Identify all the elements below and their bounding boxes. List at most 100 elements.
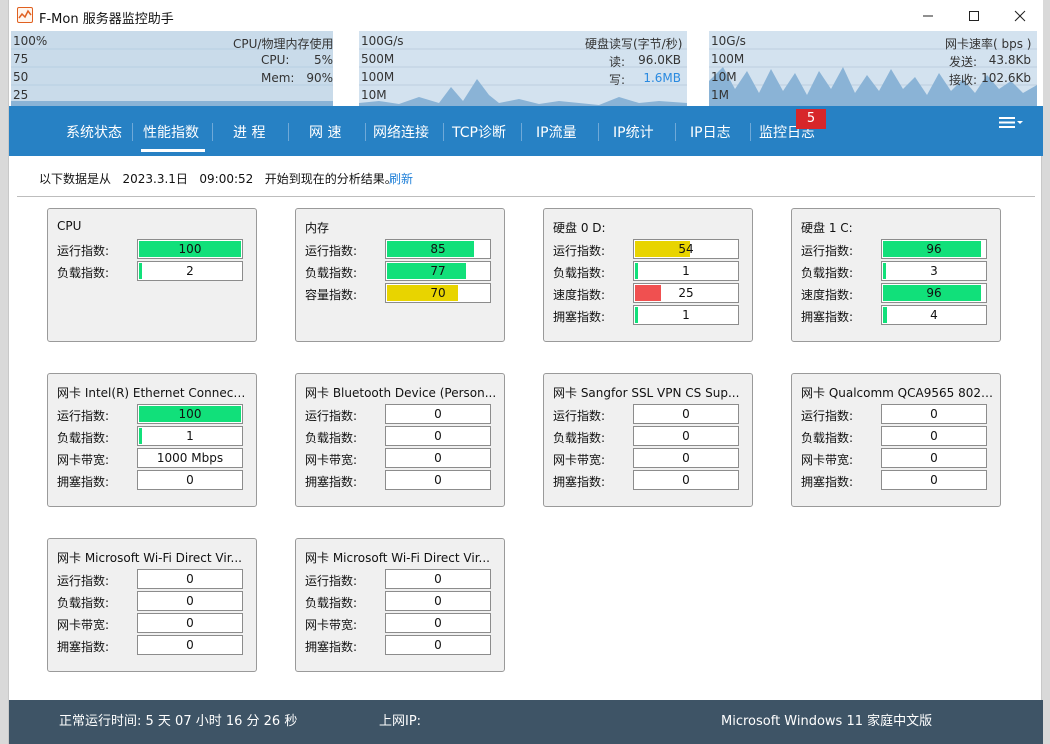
cpu-label: CPU: <box>261 53 290 67</box>
metric-bar: 0 <box>137 569 243 589</box>
maximize-icon <box>969 10 979 21</box>
disk-scale-4: 10M <box>361 88 387 102</box>
metric-card: 硬盘 0 D: 运行指数: 54 负载指数: 1 速度指数: 25 拥塞指数: 1 <box>543 208 753 342</box>
tab-system-status[interactable]: 系统状态 <box>66 122 122 142</box>
metric-value: 0 <box>434 572 442 586</box>
metric-label: 负载指数: <box>801 431 854 445</box>
metric-value: 0 <box>434 616 442 630</box>
metric-bar: 0 <box>633 426 739 446</box>
metric-bar: 70 <box>385 283 491 303</box>
metric-label: 拥塞指数: <box>57 475 110 489</box>
net-scale-4: 1M <box>711 88 729 102</box>
metric-value: 100 <box>178 407 202 421</box>
metric-value: 0 <box>434 473 442 487</box>
uptime-text: 正常运行时间: 5 天 07 小时 16 分 26 秒 <box>59 714 298 729</box>
card-title: 网卡 Microsoft Wi-Fi Direct Vir... <box>57 551 242 565</box>
metric-bar: 0 <box>385 635 491 655</box>
card-title: 网卡 Sangfor SSL VPN CS Sup... <box>553 386 740 400</box>
info-suffix: 开始到现在的分析结果。 <box>264 172 397 186</box>
metric-bar: 100 <box>137 239 243 259</box>
nav-divider <box>132 123 133 141</box>
metric-bar: 1 <box>633 261 739 281</box>
metric-label: 运行指数: <box>57 574 110 588</box>
panel-divider <box>689 31 691 106</box>
net-recv-value: 102.6Kb <box>981 71 1031 85</box>
tab-net-speed[interactable]: 网 速 <box>309 122 341 142</box>
title-bar[interactable]: F-Mon 服务器监控助手 <box>9 0 1043 31</box>
public-ip-label: 上网IP: <box>379 714 422 729</box>
metric-label: 运行指数: <box>801 244 854 258</box>
metric-bar: 0 <box>881 448 987 468</box>
card-title: CPU <box>57 219 82 233</box>
metric-bar: 54 <box>633 239 739 259</box>
cpu-scale-100: 100% <box>13 34 48 48</box>
metric-value: 0 <box>186 616 194 630</box>
close-icon <box>1014 10 1026 21</box>
metric-label: 负载指数: <box>57 596 110 610</box>
refresh-link[interactable]: 刷新 <box>389 170 413 187</box>
metric-bar: 1000 Mbps <box>137 448 243 468</box>
metric-label: 网卡带宽: <box>801 453 854 467</box>
metric-label: 负载指数: <box>305 266 358 280</box>
app-window: F-Mon 服务器监控助手 100% 75 50 25 CPU/物理内存使用 C… <box>8 0 1043 744</box>
nav-divider <box>521 123 522 141</box>
nav-divider <box>365 123 366 141</box>
tab-ip-log[interactable]: IP日志 <box>690 122 731 142</box>
metric-card: 网卡 Microsoft Wi-Fi Direct Vir... 运行指数: 0 负载… <box>47 538 257 672</box>
os-version: Microsoft Windows 11 家庭中文版 <box>721 714 933 729</box>
metric-bar: 25 <box>633 283 739 303</box>
metric-label: 网卡带宽: <box>553 453 606 467</box>
tab-performance[interactable]: 性能指数 <box>143 122 199 142</box>
metric-bar: 0 <box>137 635 243 655</box>
metric-bar: 0 <box>881 404 987 424</box>
metric-value: 0 <box>682 473 690 487</box>
card-title: 网卡 Bluetooth Device (Person... <box>305 386 497 400</box>
monitor-strip: 100% 75 50 25 CPU/物理内存使用 CPU: 5% Mem: 90… <box>9 31 1043 106</box>
metric-card: 网卡 Microsoft Wi-Fi Direct Vir... 运行指数: 0 负载… <box>295 538 505 672</box>
metric-bar: 85 <box>385 239 491 259</box>
minimize-button[interactable] <box>905 0 951 31</box>
metric-label: 拥塞指数: <box>57 640 110 654</box>
metric-bar: 0 <box>137 613 243 633</box>
metric-value: 0 <box>186 572 194 586</box>
close-button[interactable] <box>997 0 1043 31</box>
metric-value: 0 <box>186 594 194 608</box>
metric-label: 速度指数: <box>553 288 606 302</box>
metric-card: 网卡 Sangfor SSL VPN CS Sup... 运行指数: 0 负载指数: 0… <box>543 373 753 507</box>
window-title: F-Mon 服务器监控助手 <box>39 12 174 27</box>
metric-value: 0 <box>682 429 690 443</box>
info-time: 09:00:52 <box>199 172 254 186</box>
maximize-button[interactable] <box>951 0 997 31</box>
info-prefix: 以下数据是从 <box>39 172 112 186</box>
main-nav: 系统状态 性能指数 进 程 网 速 网络连接 TCP诊断 IP流量 IP统计 I… <box>9 106 1043 156</box>
tab-process[interactable]: 进 程 <box>233 122 265 142</box>
net-send-value: 43.8Kb <box>988 53 1031 67</box>
metric-label: 网卡带宽: <box>57 453 110 467</box>
nav-divider <box>212 123 213 141</box>
metric-bar: 0 <box>385 448 491 468</box>
tab-ip-stats[interactable]: IP统计 <box>613 122 654 142</box>
card-title: 网卡 Qualcomm QCA9565 802.... <box>801 386 993 400</box>
analysis-info: 以下数据是从 2023.3.1日 09:00:52 开始到现在的分析结果。 <box>39 170 397 187</box>
metric-bar: 0 <box>881 470 987 490</box>
disk-scale-top: 100G/s <box>361 34 404 48</box>
metric-value: 54 <box>678 242 694 256</box>
metric-value: 0 <box>682 407 690 421</box>
metric-bar: 0 <box>385 591 491 611</box>
metric-bar: 0 <box>137 591 243 611</box>
tab-connections[interactable]: 网络连接 <box>373 122 429 142</box>
metric-label: 负载指数: <box>57 266 110 280</box>
menu-icon[interactable] <box>999 116 1025 130</box>
tab-ip-traffic[interactable]: IP流量 <box>536 122 577 142</box>
card-title: 硬盘 0 D: <box>553 221 606 235</box>
metric-bar: 3 <box>881 261 987 281</box>
metric-value: 1000 Mbps <box>156 451 224 465</box>
metric-value: 1 <box>186 429 194 443</box>
tab-tcp-diagnose[interactable]: TCP诊断 <box>452 122 506 142</box>
disk-read-label: 读: <box>609 55 626 69</box>
metric-value: 0 <box>434 594 442 608</box>
metric-value: 25 <box>678 286 694 300</box>
nav-divider <box>598 123 599 141</box>
metric-bar: 1 <box>633 305 739 325</box>
metric-value: 2 <box>186 264 194 278</box>
